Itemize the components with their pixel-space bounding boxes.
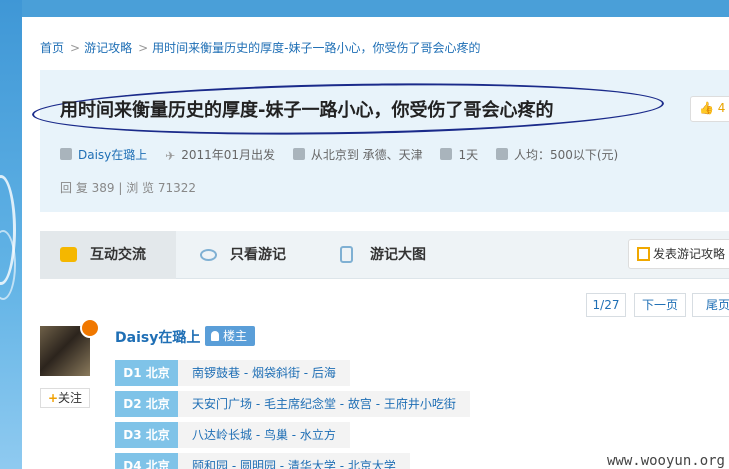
document-icon <box>340 246 353 263</box>
budget-icon <box>495 148 508 160</box>
day-label: D2 北京 <box>115 391 178 417</box>
post-travelogue-button[interactable]: 发表游记攻略 <box>628 239 729 269</box>
day-label: D4 北京 <box>115 453 178 469</box>
host-badge: 楼主 <box>205 326 256 346</box>
calendar-icon <box>440 148 453 160</box>
author-link[interactable]: Daisy在璐上 <box>78 148 147 162</box>
post-header: 用时间来衡量历史的厚度-妹子一路小心，你受伤了哥会心疼的 👍 4 Daisy在璐… <box>31 70 729 212</box>
post-button-label: 发表游记攻略 <box>653 247 726 261</box>
breadcrumb-guides[interactable]: 游记攻略 <box>84 41 132 55</box>
itinerary-day[interactable]: D1 北京 南锣鼓巷 - 烟袋斜街 - 后海 <box>115 360 470 386</box>
like-count: 4 <box>717 101 726 115</box>
eye-icon <box>200 249 217 261</box>
post-title: 用时间来衡量历史的厚度-妹子一路小心，你受伤了哥会心疼的 <box>60 100 554 121</box>
next-page-button[interactable]: 下一页 <box>634 293 686 317</box>
route-text: 从北京到 承德、天津 <box>310 148 423 162</box>
tab-label: 只看游记 <box>230 247 286 263</box>
tab-label: 互动交流 <box>90 247 146 263</box>
tab-large-images[interactable]: 游记大图 <box>320 231 460 279</box>
page-indicator: 1/27 <box>586 293 626 317</box>
day-route[interactable]: 南锣鼓巷 - 烟袋斜街 - 后海 <box>178 360 350 386</box>
page-content: 首页 > 游记攻略 > 用时间来衡量历史的厚度-妹子一路小心，你受伤了哥会心疼的 用时间… <box>22 17 729 469</box>
breadcrumb-separator: > <box>70 41 81 55</box>
day-label: D3 北京 <box>115 422 178 448</box>
left-decoration <box>0 0 22 469</box>
day-route[interactable]: 八达岭长城 - 鸟巢 - 水立方 <box>178 422 350 448</box>
day-route[interactable]: 颐和园 - 圆明园 - 清华大学 - 北京大学 <box>178 453 410 469</box>
post-meta: Daisy在璐上 ✈ 2011年01月出发 从北京到 承德、天津 1天 人均：50… <box>60 146 632 163</box>
breadcrumb-current[interactable]: 用时间来衡量历史的厚度-妹子一路小心，你受伤了哥会心疼的 <box>152 41 480 55</box>
thumbs-up-icon: 👍 <box>699 101 714 115</box>
tab-bar: 互动交流 只看游记 游记大图 发表游记攻略 <box>40 231 729 279</box>
chat-bubble-icon <box>60 247 77 262</box>
day-label: D1 北京 <box>115 360 178 386</box>
route-icon <box>292 148 305 160</box>
days-text: 1天 <box>458 148 479 162</box>
user-icon <box>60 148 72 160</box>
level-badge-icon <box>80 318 100 338</box>
itinerary-day[interactable]: D3 北京 八达岭长城 - 鸟巢 - 水立方 <box>115 422 470 448</box>
edit-icon <box>637 247 650 261</box>
plus-icon: + <box>47 391 59 405</box>
watermark: www.wooyun.org <box>606 453 725 469</box>
breadcrumb-home[interactable]: 首页 <box>40 41 64 55</box>
itinerary-list: D1 北京 南锣鼓巷 - 烟袋斜街 - 后海 D2 北京 天安门广场 - 毛主席… <box>115 360 470 469</box>
follow-button[interactable]: +关注 <box>40 388 90 408</box>
budget-text: 人均：500以下(元) <box>513 148 619 162</box>
last-page-button[interactable]: 尾页 <box>692 293 729 317</box>
breadcrumb: 首页 > 游记攻略 > 用时间来衡量历史的厚度-妹子一路小心，你受伤了哥会心疼的 <box>40 39 481 56</box>
tab-only-travelogue[interactable]: 只看游记 <box>180 231 320 279</box>
like-button[interactable]: 👍 4 <box>690 96 729 122</box>
tab-interaction[interactable]: 互动交流 <box>40 231 176 279</box>
day-route[interactable]: 天安门广场 - 毛主席纪念堂 - 故宫 - 王府井小吃街 <box>178 391 470 417</box>
follow-label: 关注 <box>58 391 83 405</box>
itinerary-day[interactable]: D2 北京 天安门广场 - 毛主席纪念堂 - 故宫 - 王府井小吃街 <box>115 391 470 417</box>
plane-icon: ✈ <box>165 149 176 163</box>
author-name[interactable]: Daisy在璐上 <box>115 327 200 347</box>
breadcrumb-separator: > <box>138 41 149 55</box>
reply-view-stats: 回 复 389 | 浏 览 71322 <box>60 181 197 195</box>
tab-label: 游记大图 <box>370 247 426 263</box>
depart-date: 2011年01月出发 <box>181 148 275 162</box>
itinerary-day[interactable]: D4 北京 颐和园 - 圆明园 - 清华大学 - 北京大学 <box>115 453 470 469</box>
